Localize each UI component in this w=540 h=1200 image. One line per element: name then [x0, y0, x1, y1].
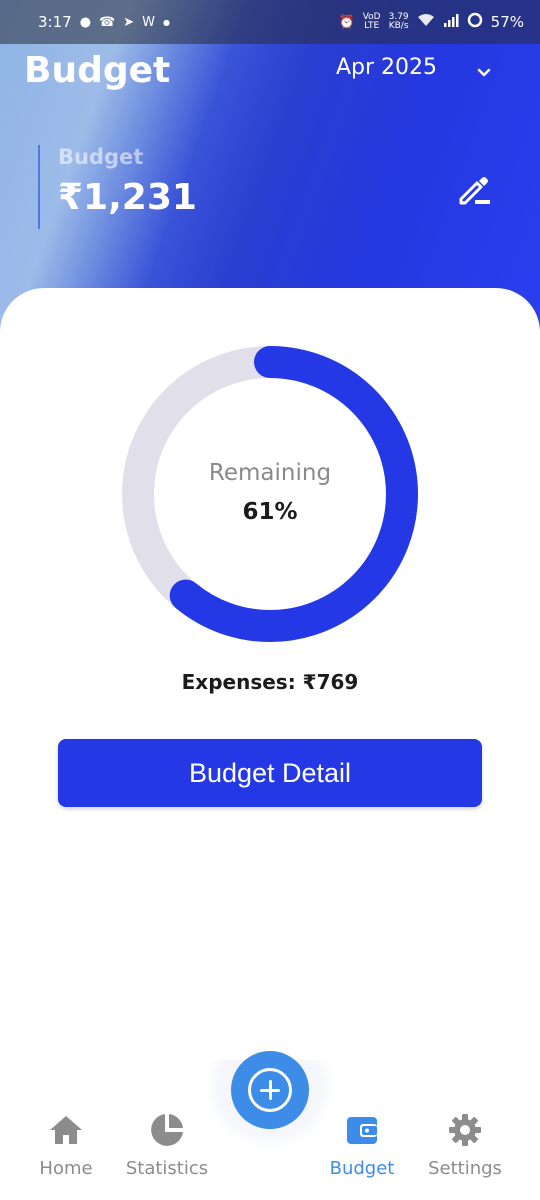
nav-item-settings[interactable]: Settings — [410, 1112, 520, 1182]
gear-icon — [449, 1114, 481, 1146]
more-notifications-dot-icon: ● — [163, 17, 170, 27]
add-transaction-button[interactable] — [231, 1051, 309, 1129]
lte-indicator: VoD LTE — [362, 12, 381, 31]
network-speed: 3.79 KB/s — [388, 12, 409, 31]
month-selector[interactable]: Apr 2025 — [336, 55, 491, 80]
whatsapp-icon: ☎ — [99, 14, 116, 30]
remaining-progress-ring: Remaining 61% — [120, 344, 420, 644]
chevron-down-icon — [477, 61, 491, 76]
battery-ring-icon — [467, 12, 483, 32]
month-value: Apr 2025 — [336, 55, 438, 80]
budget-detail-button[interactable]: Budget Detail — [58, 739, 482, 807]
plus-icon — [248, 1068, 292, 1112]
nav-item-home[interactable]: Home — [11, 1112, 121, 1182]
nav-label-budget: Budget — [329, 1158, 395, 1179]
status-time: 3:17 — [38, 13, 72, 31]
signal-icon — [443, 13, 459, 31]
home-icon — [50, 1116, 82, 1144]
pie-chart-icon — [151, 1114, 183, 1146]
ring-percent: 61% — [242, 499, 298, 525]
wallet-icon — [347, 1117, 377, 1144]
alarm-icon: ⏰ — [338, 14, 355, 30]
budget-screen: 3:17 ● ☎ ➤ W ● ⏰ VoD LTE 3.79 KB/s 57% B… — [0, 0, 540, 1200]
budget-amount: ₹1,231 — [58, 177, 197, 218]
ring-label: Remaining — [208, 460, 332, 486]
status-bar: 3:17 ● ☎ ➤ W ● ⏰ VoD LTE 3.79 KB/s 57% — [0, 0, 540, 44]
nav-label-home: Home — [39, 1158, 93, 1179]
nav-item-budget[interactable]: Budget — [307, 1112, 417, 1182]
wi-app-icon: W — [142, 14, 155, 30]
expenses-amount: ₹769 — [302, 670, 359, 694]
nav-label-settings: Settings — [428, 1158, 502, 1179]
budget-label: Budget — [58, 145, 144, 169]
expenses-summary: Expenses: ₹769 — [0, 670, 540, 694]
edit-pencil-icon — [459, 177, 490, 205]
wifi-icon — [417, 13, 435, 31]
expenses-label: Expenses: — [181, 670, 296, 694]
nav-item-statistics[interactable]: Statistics — [112, 1112, 222, 1182]
telegram-icon: ➤ — [123, 14, 135, 30]
nav-label-statistics: Statistics — [125, 1158, 209, 1179]
page-title: Budget — [24, 50, 171, 91]
battery-percent: 57% — [490, 13, 524, 31]
budget-summary: Budget ₹1,231 — [38, 145, 197, 229]
edit-budget-button[interactable] — [455, 172, 495, 208]
chat-bubble-icon: ● — [79, 14, 92, 30]
